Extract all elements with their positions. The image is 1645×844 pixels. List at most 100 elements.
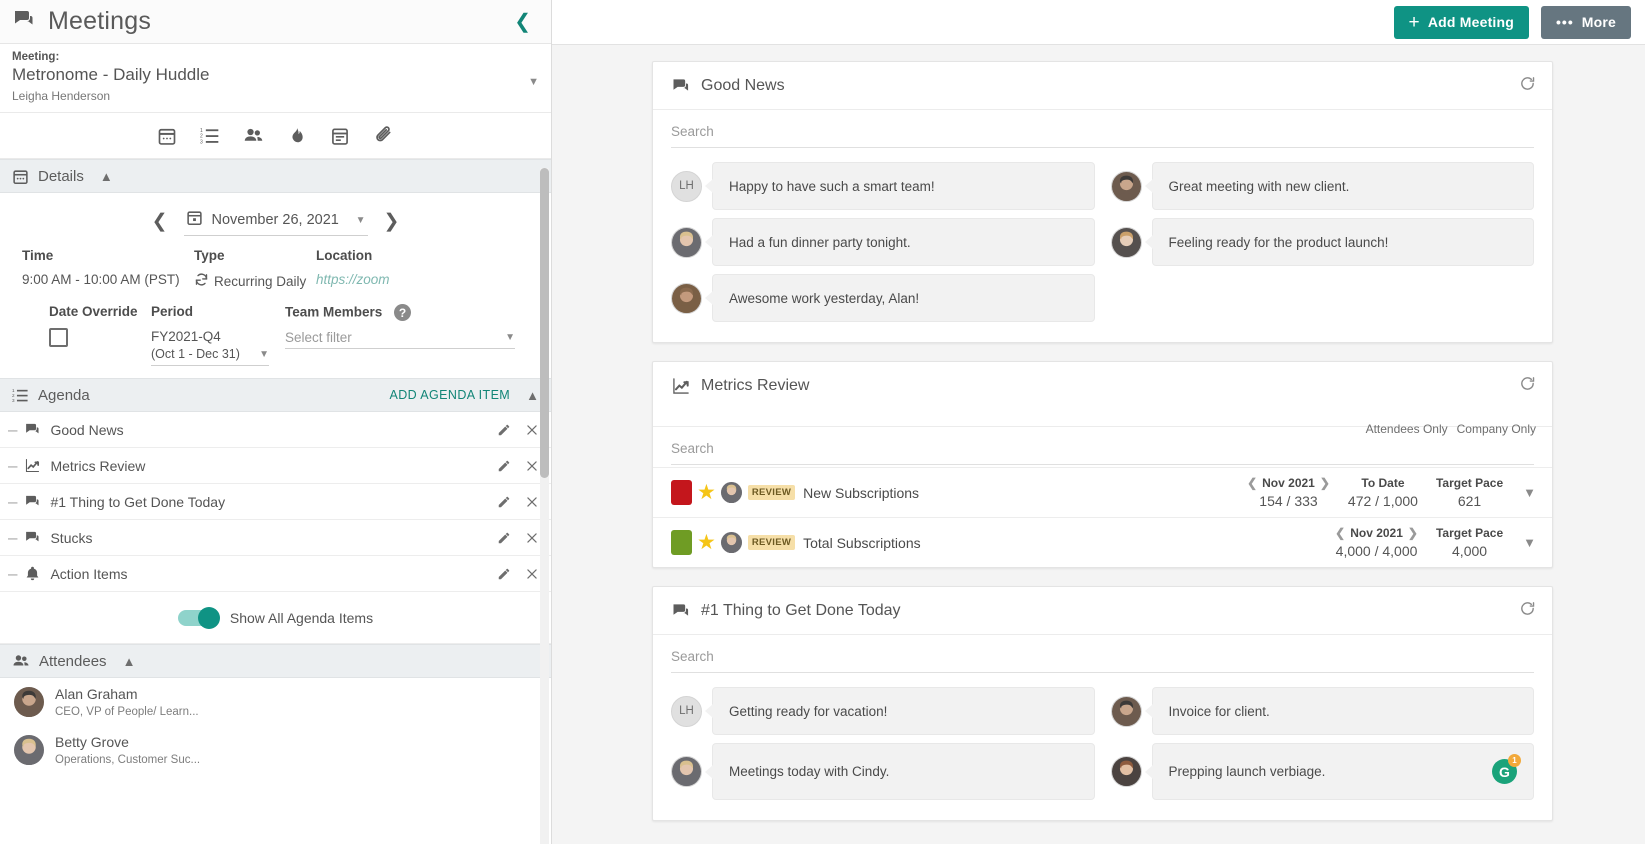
calendar-icon[interactable] xyxy=(157,126,177,146)
message-text: Awesome work yesterday, Alan! xyxy=(729,290,920,306)
agenda-delete-close-icon[interactable] xyxy=(525,423,539,437)
avatar xyxy=(720,482,742,503)
metric-period-prev-chevron-left-icon[interactable]: ❮ xyxy=(1335,526,1345,540)
drag-handle-icon[interactable]: – xyxy=(8,457,17,474)
message-bubble[interactable]: Had a fun dinner party tonight. xyxy=(671,214,1103,270)
main-panel: + Add Meeting ••• More Good News Search … xyxy=(552,0,1645,844)
metric-column-header: Target Pace xyxy=(1435,476,1504,490)
message-bubble[interactable]: Awesome work yesterday, Alan! xyxy=(671,270,1103,326)
metric-row[interactable]: ★ REVIEW New Subscriptions ❮ Nov 2021 ❯ 154 / … xyxy=(653,467,1552,517)
chat-icon xyxy=(671,601,691,621)
agenda-item[interactable]: – Stucks xyxy=(0,520,551,557)
details-settings-grid: Date Override Period FY2021-Q4 (Oct 1 - … xyxy=(16,304,535,367)
metric-expand-chevron-down-icon[interactable]: ▼ xyxy=(1523,535,1536,550)
sidebar-collapse-chevron-left-icon[interactable]: ❮ xyxy=(508,10,537,34)
agenda-item[interactable]: – #1 Thing to Get Done Today xyxy=(0,484,551,521)
date-chevron-down-icon[interactable]: ▼ xyxy=(356,215,366,226)
calendar-icon xyxy=(12,168,29,185)
message-text: Great meeting with new client. xyxy=(1168,178,1350,194)
people-icon[interactable] xyxy=(243,125,264,146)
message-text: Happy to have such a smart team! xyxy=(729,178,935,194)
drag-handle-icon[interactable]: – xyxy=(8,529,17,546)
add-meeting-button[interactable]: + Add Meeting xyxy=(1393,5,1530,39)
date-picker[interactable]: November 26, 2021 ▼ xyxy=(183,207,368,236)
team-members-chevron-down-icon[interactable]: ▼ xyxy=(505,332,515,343)
plus-icon: + xyxy=(1408,11,1420,33)
message-bubble[interactable]: Meetings today with Cindy. xyxy=(671,739,1103,804)
metric-period-prev-chevron-left-icon[interactable]: ❮ xyxy=(1247,476,1257,490)
agenda-delete-close-icon[interactable] xyxy=(525,495,539,509)
star-icon[interactable]: ★ xyxy=(697,482,716,503)
message-bubble[interactable]: Invoice for client. xyxy=(1103,683,1534,739)
agenda-edit-pencil-icon[interactable] xyxy=(497,567,511,581)
notes-icon[interactable] xyxy=(330,126,350,146)
metrics-search-input[interactable] xyxy=(671,437,1534,465)
section-attendees-header[interactable]: Attendees ▲ xyxy=(0,644,551,679)
metric-expand-chevron-down-icon[interactable]: ▼ xyxy=(1523,485,1536,500)
good-news-search-input[interactable] xyxy=(671,120,1534,148)
flame-icon[interactable] xyxy=(287,126,307,146)
section-agenda-chevron-up-icon[interactable]: ▲ xyxy=(526,388,539,403)
meetings-sidebar: Meetings ❮ Meeting: Metronome - Daily Hu… xyxy=(0,0,552,844)
drag-handle-icon[interactable]: – xyxy=(8,565,17,582)
metric-row[interactable]: ★ REVIEW Total Subscriptions ❮ Nov 2021 ❯ 4,00… xyxy=(653,517,1552,567)
help-icon[interactable]: ? xyxy=(394,304,412,321)
refresh-icon[interactable] xyxy=(1519,600,1536,622)
agenda-edit-pencil-icon[interactable] xyxy=(497,423,511,437)
agenda-item[interactable]: – Action Items xyxy=(0,556,551,593)
date-next-chevron-right-icon[interactable]: ❯ xyxy=(378,212,406,231)
add-agenda-item-button[interactable]: ADD AGENDA ITEM xyxy=(390,388,511,402)
attendee-row[interactable]: Betty Grove Operations, Customer Suc... xyxy=(0,726,551,774)
metric-name: Total Subscriptions xyxy=(803,534,921,551)
more-button[interactable]: ••• More xyxy=(1541,5,1631,39)
section-details-chevron-up-icon[interactable]: ▲ xyxy=(100,169,113,184)
thing-today-search-input[interactable] xyxy=(671,645,1534,673)
show-all-agenda-toggle[interactable] xyxy=(177,606,220,629)
meeting-selector[interactable]: Meeting: Metronome - Daily Huddle Leigha… xyxy=(0,44,551,113)
period-select[interactable]: FY2021-Q4 (Oct 1 - Dec 31) ▼ xyxy=(151,328,269,367)
filter-attendees-only[interactable]: Attendees Only xyxy=(1366,422,1448,436)
agenda-item[interactable]: – Good News xyxy=(0,412,551,449)
svg-text:1: 1 xyxy=(12,388,15,393)
numbered-list-icon[interactable]: 1 2 3 xyxy=(200,126,220,146)
meeting-chevron-down-icon[interactable]: ▼ xyxy=(528,76,539,88)
drag-handle-icon[interactable]: – xyxy=(8,421,17,438)
attendee-name: Betty Grove xyxy=(55,734,129,751)
section-details-header[interactable]: Details ▲ xyxy=(0,159,551,193)
metric-column-header: Nov 2021 xyxy=(1350,526,1403,540)
star-icon[interactable]: ★ xyxy=(697,532,716,553)
location-link[interactable]: https://zoom xyxy=(316,272,390,287)
message-bubble[interactable]: LH Getting ready for vacation! xyxy=(671,683,1103,739)
agenda-edit-pencil-icon[interactable] xyxy=(497,531,511,545)
section-agenda-header[interactable]: 1 2 3 Agenda ADD AGENDA ITEM ▲ xyxy=(0,378,551,413)
message-bubble[interactable]: Prepping launch verbiage. G 1 xyxy=(1103,739,1534,804)
agenda-delete-close-icon[interactable] xyxy=(525,531,539,545)
agenda-edit-pencil-icon[interactable] xyxy=(497,459,511,473)
sidebar-scrollbar[interactable] xyxy=(540,168,549,844)
metric-period-next-chevron-right-icon[interactable]: ❯ xyxy=(1320,476,1330,490)
team-members-select[interactable]: Select filter ▼ xyxy=(285,330,515,349)
message-bubble[interactable]: LH Happy to have such a smart team! xyxy=(671,158,1103,214)
date-prev-chevron-left-icon[interactable]: ❮ xyxy=(146,212,174,231)
section-attendees-chevron-up-icon[interactable]: ▲ xyxy=(123,654,136,669)
message-bubble[interactable]: Feeling ready for the product launch! xyxy=(1103,214,1534,270)
attendee-row[interactable]: Alan Graham CEO, VP of People/ Learn... xyxy=(0,678,551,726)
refresh-icon[interactable] xyxy=(1519,375,1536,397)
refresh-icon[interactable] xyxy=(1519,75,1536,97)
drag-handle-icon[interactable]: – xyxy=(8,493,17,510)
metric-column: ❮ Nov 2021 ❯ 4,000 / 4,000 xyxy=(1335,526,1418,559)
agenda-edit-pencil-icon[interactable] xyxy=(497,495,511,509)
agenda-item[interactable]: – Metrics Review xyxy=(0,448,551,485)
date-override-checkbox[interactable] xyxy=(49,328,68,347)
filter-company-only[interactable]: Company Only xyxy=(1457,422,1536,436)
metric-period-next-chevron-right-icon[interactable]: ❯ xyxy=(1408,526,1418,540)
agenda-delete-close-icon[interactable] xyxy=(525,567,539,581)
period-chevron-down-icon[interactable]: ▼ xyxy=(259,349,269,363)
agenda-delete-close-icon[interactable] xyxy=(525,459,539,473)
paperclip-icon[interactable] xyxy=(373,125,394,146)
chart-icon xyxy=(24,457,41,474)
agenda-list: – Good News – Metrics Review – #1 Thing to Ge… xyxy=(0,412,551,593)
grammarly-badge-icon[interactable]: G1 xyxy=(1492,754,1521,784)
message-bubble[interactable]: Great meeting with new client. xyxy=(1103,158,1534,214)
message-text: Meetings today with Cindy. xyxy=(729,764,890,779)
